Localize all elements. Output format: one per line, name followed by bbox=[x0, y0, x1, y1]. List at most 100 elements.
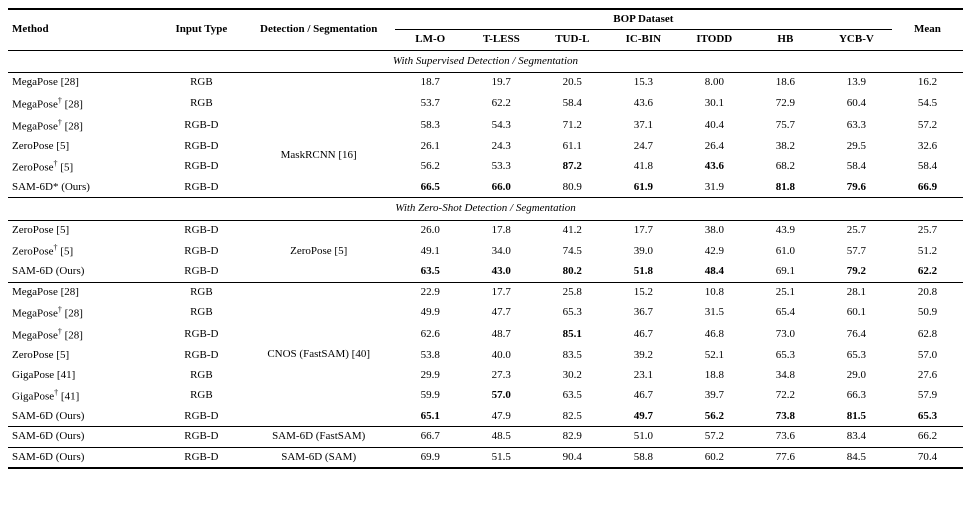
mean-cell: 58.4 bbox=[892, 156, 963, 178]
method-cell: SAM-6D (Ours) bbox=[8, 447, 160, 468]
tless-cell: 53.3 bbox=[466, 156, 537, 178]
itodd-cell: 10.8 bbox=[679, 283, 750, 302]
ycbv-cell: 76.4 bbox=[821, 324, 892, 346]
header-ycbv: YCB-V bbox=[821, 30, 892, 50]
table-row: SAM-6D (Ours) RGB-D SAM-6D (SAM) 69.9 51… bbox=[8, 447, 963, 468]
table-row: ZeroPose† [5] RGB-D 56.2 53.3 87.2 41.8 … bbox=[8, 156, 963, 178]
ycbv-cell: 84.5 bbox=[821, 447, 892, 468]
input-cell: RGB bbox=[160, 283, 242, 302]
tless-cell: 51.5 bbox=[466, 447, 537, 468]
hb-cell: 68.2 bbox=[750, 156, 821, 178]
icbin-cell: 51.0 bbox=[608, 427, 679, 447]
tudl-cell: 65.3 bbox=[537, 302, 608, 324]
table-row: MegaPose [28] RGB CNOS (FastSAM) [40] 22… bbox=[8, 283, 963, 302]
icbin-cell: 15.2 bbox=[608, 283, 679, 302]
lmo-cell: 29.9 bbox=[395, 366, 466, 385]
table-row: MegaPose† [28] RGB 53.7 62.2 58.4 43.6 3… bbox=[8, 93, 963, 115]
hb-cell: 77.6 bbox=[750, 447, 821, 468]
hb-cell: 18.6 bbox=[750, 73, 821, 93]
header-tless: T-LESS bbox=[466, 30, 537, 50]
icbin-cell: 37.1 bbox=[608, 115, 679, 137]
ycbv-cell: 58.4 bbox=[821, 156, 892, 178]
tless-cell: 19.7 bbox=[466, 73, 537, 93]
ycbv-cell: 28.1 bbox=[821, 283, 892, 302]
tless-cell: 17.7 bbox=[466, 283, 537, 302]
mean-cell: 51.2 bbox=[892, 240, 963, 262]
icbin-cell: 49.7 bbox=[608, 407, 679, 427]
icbin-cell: 39.2 bbox=[608, 346, 679, 365]
header-lmo: LM-O bbox=[395, 30, 466, 50]
header-detection: Detection / Segmentation bbox=[243, 9, 395, 50]
input-cell: RGB-D bbox=[160, 240, 242, 262]
mean-cell: 20.8 bbox=[892, 283, 963, 302]
method-cell: ZeroPose† [5] bbox=[8, 156, 160, 178]
method-cell: GigaPose [41] bbox=[8, 366, 160, 385]
mean-cell: 65.3 bbox=[892, 407, 963, 427]
itodd-cell: 26.4 bbox=[679, 137, 750, 156]
mean-cell: 27.6 bbox=[892, 366, 963, 385]
input-cell: RGB bbox=[160, 302, 242, 324]
mean-cell: 57.0 bbox=[892, 346, 963, 365]
header-tudl: TUD-L bbox=[537, 30, 608, 50]
itodd-cell: 52.1 bbox=[679, 346, 750, 365]
method-cell: SAM-6D (Ours) bbox=[8, 407, 160, 427]
mean-cell: 57.2 bbox=[892, 115, 963, 137]
tless-cell: 24.3 bbox=[466, 137, 537, 156]
itodd-cell: 30.1 bbox=[679, 93, 750, 115]
input-cell: RGB-D bbox=[160, 178, 242, 198]
itodd-cell: 42.9 bbox=[679, 240, 750, 262]
mean-cell: 54.5 bbox=[892, 93, 963, 115]
input-cell: RGB bbox=[160, 366, 242, 385]
tudl-cell: 41.2 bbox=[537, 220, 608, 240]
header-bop-dataset: BOP Dataset bbox=[395, 9, 892, 30]
method-cell: MegaPose† [28] bbox=[8, 302, 160, 324]
icbin-cell: 15.3 bbox=[608, 73, 679, 93]
icbin-cell: 46.7 bbox=[608, 324, 679, 346]
ycbv-cell: 60.1 bbox=[821, 302, 892, 324]
itodd-cell: 40.4 bbox=[679, 115, 750, 137]
det-cell bbox=[243, 73, 395, 115]
table-row: MegaPose† [28] RGB-D MaskRCNN [16] 58.3 … bbox=[8, 115, 963, 137]
lmo-cell: 65.1 bbox=[395, 407, 466, 427]
ycbv-cell: 29.5 bbox=[821, 137, 892, 156]
lmo-cell: 22.9 bbox=[395, 283, 466, 302]
tless-cell: 48.5 bbox=[466, 427, 537, 447]
mean-cell: 25.7 bbox=[892, 220, 963, 240]
table-row: SAM-6D (Ours) RGB-D SAM-6D (FastSAM) 66.… bbox=[8, 427, 963, 447]
mean-cell: 66.2 bbox=[892, 427, 963, 447]
input-cell: RGB-D bbox=[160, 427, 242, 447]
lmo-cell: 59.9 bbox=[395, 385, 466, 407]
input-cell: RGB-D bbox=[160, 115, 242, 137]
ycbv-cell: 29.0 bbox=[821, 366, 892, 385]
method-cell: ZeroPose [5] bbox=[8, 137, 160, 156]
mean-cell: 62.8 bbox=[892, 324, 963, 346]
lmo-cell: 49.1 bbox=[395, 240, 466, 262]
ycbv-cell: 79.2 bbox=[821, 262, 892, 282]
method-cell: ZeroPose [5] bbox=[8, 346, 160, 365]
mean-cell: 57.9 bbox=[892, 385, 963, 407]
itodd-cell: 48.4 bbox=[679, 262, 750, 282]
lmo-cell: 62.6 bbox=[395, 324, 466, 346]
tudl-cell: 82.5 bbox=[537, 407, 608, 427]
lmo-cell: 53.8 bbox=[395, 346, 466, 365]
lmo-cell: 26.0 bbox=[395, 220, 466, 240]
tless-cell: 43.0 bbox=[466, 262, 537, 282]
hb-cell: 38.2 bbox=[750, 137, 821, 156]
icbin-cell: 61.9 bbox=[608, 178, 679, 198]
method-cell: MegaPose† [28] bbox=[8, 115, 160, 137]
icbin-cell: 43.6 bbox=[608, 93, 679, 115]
hb-cell: 61.0 bbox=[750, 240, 821, 262]
tudl-cell: 71.2 bbox=[537, 115, 608, 137]
hb-cell: 73.0 bbox=[750, 324, 821, 346]
tless-cell: 48.7 bbox=[466, 324, 537, 346]
tless-cell: 17.8 bbox=[466, 220, 537, 240]
tudl-cell: 30.2 bbox=[537, 366, 608, 385]
input-cell: RGB-D bbox=[160, 407, 242, 427]
tudl-cell: 90.4 bbox=[537, 447, 608, 468]
input-cell: RGB-D bbox=[160, 262, 242, 282]
itodd-cell: 39.7 bbox=[679, 385, 750, 407]
ycbv-cell: 66.3 bbox=[821, 385, 892, 407]
header-itodd: ITODD bbox=[679, 30, 750, 50]
hb-cell: 81.8 bbox=[750, 178, 821, 198]
icbin-cell: 23.1 bbox=[608, 366, 679, 385]
